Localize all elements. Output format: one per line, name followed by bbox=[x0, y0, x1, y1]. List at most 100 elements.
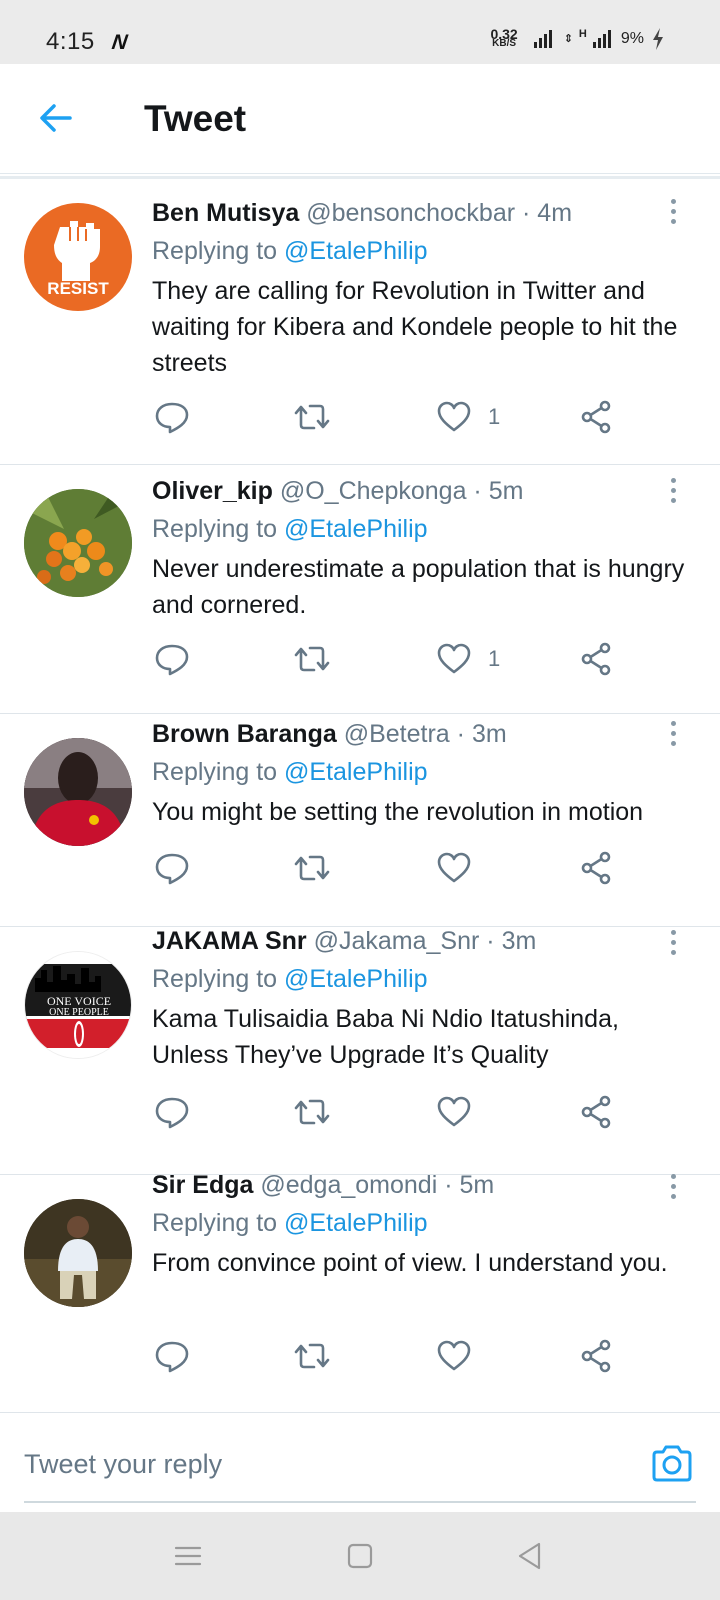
more-options-icon[interactable] bbox=[669, 1174, 677, 1202]
avatar[interactable]: RESIST bbox=[24, 203, 132, 311]
like-count: 1 bbox=[488, 646, 501, 671]
signal-icon bbox=[533, 30, 552, 48]
notification-icon: N bbox=[110, 31, 129, 54]
like-button[interactable] bbox=[436, 1338, 488, 1374]
replying-to: Replying to @EtalePhilip bbox=[152, 758, 428, 787]
replying-prefix: Replying to bbox=[152, 758, 285, 786]
replying-mention[interactable]: @EtalePhilip bbox=[284, 237, 428, 265]
status-indicators: 0.32 KB/S ⇕ H 9% bbox=[490, 27, 664, 50]
replying-prefix: Replying to bbox=[152, 237, 285, 265]
tweet-header: Ben Mutisya @bensonchockbar · 4m bbox=[152, 199, 572, 228]
author-handle[interactable]: @O_Chepkonga bbox=[280, 477, 467, 505]
author-name[interactable]: Sir Edga bbox=[152, 1171, 253, 1199]
reply-button[interactable] bbox=[154, 1094, 190, 1130]
more-options-icon[interactable] bbox=[669, 199, 677, 227]
retweet-icon bbox=[294, 1099, 330, 1125]
more-options-icon[interactable] bbox=[669, 930, 677, 958]
author-handle[interactable]: @bensonchockbar bbox=[306, 199, 515, 227]
reply-input-underline bbox=[24, 1501, 696, 1503]
avatar[interactable] bbox=[24, 1199, 132, 1307]
retweet-button[interactable] bbox=[294, 1094, 330, 1130]
tweet-header: Brown Baranga @Betetra · 3m bbox=[152, 720, 507, 749]
separator-dot: · bbox=[473, 477, 489, 505]
reply-icon bbox=[155, 402, 189, 434]
battery-level: 9% bbox=[620, 30, 644, 47]
replying-mention[interactable]: @EtalePhilip bbox=[284, 758, 428, 786]
tweet-text: From convince point of view. I understan… bbox=[152, 1249, 668, 1277]
tweet-item[interactable]: ONE VOICE ONE PEOPLE JAKAMA Snr @Jakama_… bbox=[0, 927, 720, 1175]
share-button[interactable] bbox=[578, 399, 614, 435]
more-options-icon[interactable] bbox=[669, 478, 677, 506]
share-icon bbox=[581, 400, 611, 434]
heart-icon bbox=[437, 1096, 471, 1127]
retweet-button[interactable] bbox=[294, 1338, 330, 1374]
separator-dot: · bbox=[522, 199, 538, 227]
tweet-time: 3m bbox=[471, 720, 507, 748]
replying-to: Replying to @EtalePhilip bbox=[152, 515, 428, 544]
reply-button[interactable] bbox=[154, 641, 190, 677]
tweet-item[interactable]: Brown Baranga @Betetra · 3m Replying to … bbox=[0, 714, 720, 927]
status-bar: 4:15 N 0.32 KB/S ⇕ H 9% bbox=[0, 0, 720, 64]
reply-button[interactable] bbox=[154, 1338, 190, 1374]
author-name[interactable]: JAKAMA Snr bbox=[152, 927, 307, 955]
retweet-button[interactable] bbox=[294, 399, 330, 435]
tweet-item[interactable]: RESIST Ben Mutisya @bensonchockbar · 4m … bbox=[0, 179, 720, 465]
menu-icon[interactable] bbox=[172, 1540, 204, 1572]
avatar-label-line2: ONE PEOPLE bbox=[49, 1007, 109, 1018]
tweet-time: 3m bbox=[501, 927, 537, 955]
retweet-icon bbox=[294, 1343, 330, 1369]
author-name[interactable]: Brown Baranga bbox=[152, 720, 337, 748]
tweet-actions: 1 bbox=[0, 641, 720, 681]
charging-icon bbox=[653, 28, 663, 50]
share-button[interactable] bbox=[578, 850, 614, 886]
tweet-text: Never underestimate a population that is… bbox=[152, 555, 685, 619]
avatar[interactable] bbox=[24, 489, 132, 597]
avatar[interactable] bbox=[24, 738, 132, 846]
author-handle[interactable]: @edga_omondi bbox=[260, 1171, 437, 1199]
separator-dot: · bbox=[486, 927, 502, 955]
replying-mention[interactable]: @EtalePhilip bbox=[284, 965, 428, 993]
share-button[interactable] bbox=[578, 1094, 614, 1130]
like-button[interactable]: 1 bbox=[436, 641, 500, 677]
replying-prefix: Replying to bbox=[152, 1209, 285, 1237]
share-icon bbox=[581, 642, 611, 676]
replying-prefix: Replying to bbox=[152, 515, 285, 543]
heart-icon bbox=[437, 401, 471, 432]
replying-to: Replying to @EtalePhilip bbox=[152, 237, 428, 266]
reply-input[interactable]: Tweet your reply bbox=[24, 1449, 584, 1480]
like-button[interactable]: 1 bbox=[436, 399, 500, 435]
page-title: Tweet bbox=[144, 98, 247, 139]
camera-icon[interactable] bbox=[650, 1441, 694, 1485]
author-name[interactable]: Ben Mutisya bbox=[152, 199, 299, 227]
more-options-icon[interactable] bbox=[669, 721, 677, 749]
back-arrow-icon[interactable] bbox=[38, 100, 74, 136]
tweet-item[interactable]: Oliver_kip @O_Chepkonga · 5m Replying to… bbox=[0, 465, 720, 714]
tweet-actions: 1 bbox=[0, 399, 720, 439]
avatar[interactable]: ONE VOICE ONE PEOPLE bbox=[24, 951, 132, 1059]
share-button[interactable] bbox=[578, 641, 614, 677]
like-button[interactable] bbox=[436, 1094, 488, 1130]
back-triangle-icon[interactable] bbox=[514, 1540, 546, 1572]
home-icon[interactable] bbox=[344, 1540, 376, 1572]
tweet-item[interactable]: Sir Edga @edga_omondi · 5m Replying to @… bbox=[0, 1171, 720, 1412]
system-nav-bar bbox=[0, 1512, 720, 1600]
network-type: H bbox=[578, 28, 587, 40]
separator-dot: · bbox=[456, 720, 472, 748]
retweet-button[interactable] bbox=[294, 850, 330, 886]
replying-mention[interactable]: @EtalePhilip bbox=[284, 515, 428, 543]
author-handle[interactable]: @Jakama_Snr bbox=[314, 927, 480, 955]
tweet-text: They are calling for Revolution in Twitt… bbox=[152, 277, 678, 377]
author-handle[interactable]: @Betetra bbox=[344, 720, 450, 748]
reply-button[interactable] bbox=[154, 850, 190, 886]
author-name[interactable]: Oliver_kip bbox=[152, 477, 273, 505]
reply-icon bbox=[155, 1097, 189, 1129]
tweet-text: Kama Tulisaidia Baba Ni Ndio Itatushinda… bbox=[152, 1005, 619, 1069]
like-button[interactable] bbox=[436, 850, 488, 886]
heart-icon bbox=[437, 643, 471, 674]
data-arrows-icon: ⇕ bbox=[563, 32, 573, 45]
reply-button[interactable] bbox=[154, 399, 190, 435]
person-photo bbox=[24, 738, 132, 846]
retweet-button[interactable] bbox=[294, 641, 330, 677]
share-button[interactable] bbox=[578, 1338, 614, 1374]
replying-mention[interactable]: @EtalePhilip bbox=[284, 1209, 428, 1237]
